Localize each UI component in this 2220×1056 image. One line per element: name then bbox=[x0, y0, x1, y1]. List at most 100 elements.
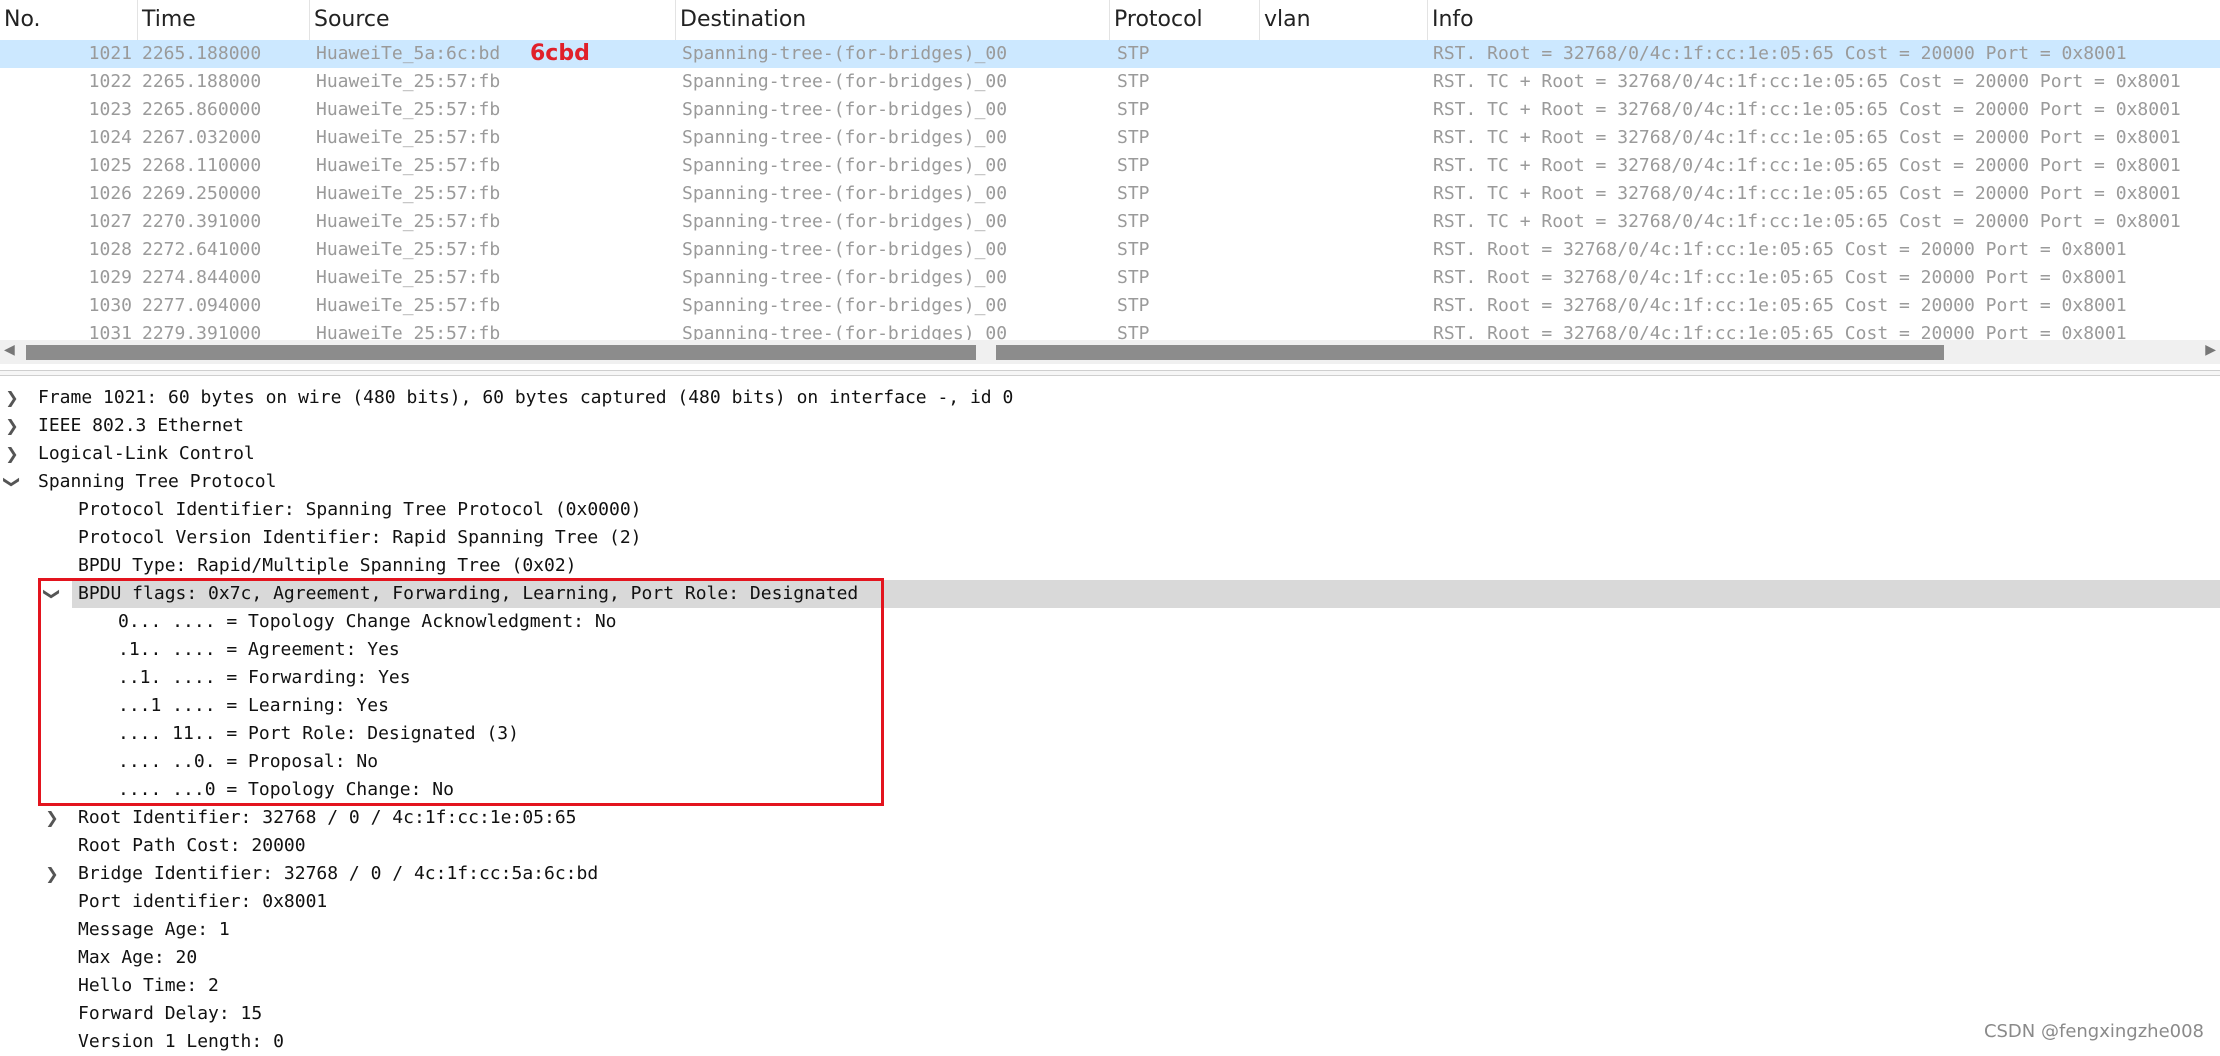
scroll-left-icon[interactable]: ◀ bbox=[4, 342, 15, 358]
detail-row[interactable]: Max Age: 20 bbox=[0, 944, 2220, 972]
column-header-no[interactable]: No. bbox=[0, 0, 138, 40]
detail-text: IEEE 802.3 Ethernet bbox=[38, 415, 244, 436]
column-header-source[interactable]: Source bbox=[310, 0, 676, 40]
packet-info: RST. TC + Root = 32768/0/4c:1f:cc:1e:05:… bbox=[1433, 211, 2181, 232]
column-header-info[interactable]: Info bbox=[1428, 0, 2220, 40]
detail-row[interactable]: ❯ Root Identifier: 32768 / 0 / 4c:1f:cc:1… bbox=[0, 804, 2220, 832]
chevron-down-icon[interactable]: ❯ bbox=[0, 472, 26, 492]
packet-time: 2268.110000 bbox=[142, 155, 262, 176]
detail-text: .... ..0. = Proposal: No bbox=[118, 751, 379, 772]
detail-row[interactable]: Root Path Cost: 20000 bbox=[0, 832, 2220, 860]
packet-destination: Spanning-tree-(for-bridges)_00 bbox=[682, 43, 1008, 64]
packet-source: HuaweiTe_25:57:fb bbox=[316, 183, 501, 204]
packet-protocol: STP bbox=[1117, 295, 1150, 316]
packet-row[interactable]: 1030 2277.094000 HuaweiTe_25:57:fb Spanning… bbox=[0, 292, 2220, 320]
detail-row[interactable]: Protocol Identifier: Spanning Tree Proto… bbox=[0, 496, 2220, 524]
detail-row[interactable]: Forward Delay: 15 bbox=[0, 1000, 2220, 1028]
column-header-vlan[interactable]: vlan bbox=[1260, 0, 1428, 40]
packet-row[interactable]: 1024 2267.032000 HuaweiTe_25:57:fb Spanning… bbox=[0, 124, 2220, 152]
packet-time: 2265.188000 bbox=[142, 43, 262, 64]
detail-row[interactable]: Version 1 Length: 0 bbox=[0, 1028, 2220, 1056]
packet-row[interactable]: 1028 2272.641000 HuaweiTe_25:57:fb Spanning… bbox=[0, 236, 2220, 264]
detail-row[interactable]: 0... .... = Topology Change Acknowledgme… bbox=[0, 608, 2220, 636]
packet-destination: Spanning-tree-(for-bridges)_00 bbox=[682, 211, 1008, 232]
packet-source: HuaweiTe_25:57:fb bbox=[316, 323, 501, 340]
packet-protocol: STP bbox=[1117, 155, 1150, 176]
packet-row[interactable]: 1026 2269.250000 HuaweiTe_25:57:fb Spanning… bbox=[0, 180, 2220, 208]
packet-destination: Spanning-tree-(for-bridges)_00 bbox=[682, 323, 1008, 340]
packet-time: 2265.188000 bbox=[142, 71, 262, 92]
detail-row[interactable]: Message Age: 1 bbox=[0, 916, 2220, 944]
scrollbar-thumb[interactable] bbox=[26, 345, 976, 360]
packet-row[interactable]: 1025 2268.110000 HuaweiTe_25:57:fb Spanning… bbox=[0, 152, 2220, 180]
detail-row[interactable]: ...1 .... = Learning: Yes bbox=[0, 692, 2220, 720]
detail-text: ...1 .... = Learning: Yes bbox=[118, 695, 389, 716]
detail-row[interactable]: Port identifier: 0x8001 bbox=[0, 888, 2220, 916]
packet-row[interactable]: 1031 2279.391000 HuaweiTe_25:57:fb Spanning… bbox=[0, 320, 2220, 340]
packet-protocol: STP bbox=[1117, 43, 1150, 64]
detail-text: Root Path Cost: 20000 bbox=[78, 835, 306, 856]
detail-row[interactable]: ❯ Bridge Identifier: 32768 / 0 / 4c:1f:cc… bbox=[0, 860, 2220, 888]
chevron-right-icon[interactable]: ❯ bbox=[2, 384, 22, 412]
chevron-right-icon[interactable]: ❯ bbox=[42, 804, 62, 832]
watermark: CSDN @fengxingzhe008 bbox=[1983, 1021, 2204, 1042]
packet-time: 2272.641000 bbox=[142, 239, 262, 260]
detail-row[interactable]: ..1. .... = Forwarding: Yes bbox=[0, 664, 2220, 692]
packet-row[interactable]: 1022 2265.188000 HuaweiTe_25:57:fb Spanning… bbox=[0, 68, 2220, 96]
packet-row[interactable]: 1029 2274.844000 HuaweiTe_25:57:fb Spanning… bbox=[0, 264, 2220, 292]
column-header-time[interactable]: Time bbox=[138, 0, 310, 40]
packet-protocol: STP bbox=[1117, 239, 1150, 260]
packet-row[interactable]: 1027 2270.391000 HuaweiTe_25:57:fb Spanning… bbox=[0, 208, 2220, 236]
detail-text: .1.. .... = Agreement: Yes bbox=[118, 639, 400, 660]
packet-info: RST. Root = 32768/0/4c:1f:cc:1e:05:65 Co… bbox=[1433, 43, 2127, 64]
column-header-destination[interactable]: Destination bbox=[676, 0, 1110, 40]
packet-list-horizontal-scrollbar[interactable]: ◀ ▶ bbox=[0, 340, 2220, 364]
chevron-right-icon[interactable]: ❯ bbox=[2, 440, 22, 468]
packet-source: HuaweiTe_25:57:fb bbox=[316, 155, 501, 176]
scrollbar-thumb[interactable] bbox=[996, 345, 1944, 360]
detail-row[interactable]: BPDU Type: Rapid/Multiple Spanning Tree … bbox=[0, 552, 2220, 580]
detail-text: Root Identifier: 32768 / 0 / 4c:1f:cc:1e… bbox=[78, 807, 577, 828]
detail-row[interactable]: Hello Time: 2 bbox=[0, 972, 2220, 1000]
detail-row[interactable]: .1.. .... = Agreement: Yes bbox=[0, 636, 2220, 664]
detail-text: .... 11.. = Port Role: Designated (3) bbox=[118, 723, 519, 744]
column-header-protocol[interactable]: Protocol bbox=[1110, 0, 1260, 40]
packet-no: 1028 bbox=[88, 239, 132, 260]
detail-row[interactable]: ❯ BPDU flags: 0x7c, Agreement, Forwarding… bbox=[0, 580, 2220, 608]
detail-row[interactable]: .... ...0 = Topology Change: No bbox=[0, 776, 2220, 804]
packet-destination: Spanning-tree-(for-bridges)_00 bbox=[682, 155, 1008, 176]
packet-no: 1025 bbox=[88, 155, 132, 176]
packet-list-header: No. Time Source Destination Protocol vla… bbox=[0, 0, 2220, 41]
pane-splitter[interactable] bbox=[0, 370, 2220, 376]
packet-info: RST. TC + Root = 32768/0/4c:1f:cc:1e:05:… bbox=[1433, 127, 2181, 148]
detail-row[interactable]: .... 11.. = Port Role: Designated (3) bbox=[0, 720, 2220, 748]
chevron-right-icon[interactable]: ❯ bbox=[2, 412, 22, 440]
detail-row[interactable]: Protocol Version Identifier: Rapid Spann… bbox=[0, 524, 2220, 552]
packet-source: HuaweiTe_5a:6c:bd bbox=[316, 43, 501, 64]
detail-text: Bridge Identifier: 32768 / 0 / 4c:1f:cc:… bbox=[78, 863, 599, 884]
detail-row[interactable]: ❯ Spanning Tree Protocol bbox=[0, 468, 2220, 496]
detail-row[interactable]: ❯ Frame 1021: 60 bytes on wire (480 bits)… bbox=[0, 384, 2220, 412]
packet-no: 1026 bbox=[88, 183, 132, 204]
packet-time: 2267.032000 bbox=[142, 127, 262, 148]
packet-time: 2270.391000 bbox=[142, 211, 262, 232]
packet-info: RST. TC + Root = 32768/0/4c:1f:cc:1e:05:… bbox=[1433, 71, 2181, 92]
detail-text: Forward Delay: 15 bbox=[78, 1003, 263, 1024]
packet-destination: Spanning-tree-(for-bridges)_00 bbox=[682, 127, 1008, 148]
scroll-right-icon[interactable]: ▶ bbox=[2205, 342, 2216, 358]
packet-row[interactable]: 1023 2265.860000 HuaweiTe_25:57:fb Spanning… bbox=[0, 96, 2220, 124]
detail-row[interactable]: ❯ Logical-Link Control bbox=[0, 440, 2220, 468]
packet-info: RST. TC + Root = 32768/0/4c:1f:cc:1e:05:… bbox=[1433, 99, 2181, 120]
detail-text: BPDU Type: Rapid/Multiple Spanning Tree … bbox=[78, 555, 577, 576]
detail-row[interactable]: ❯ IEEE 802.3 Ethernet bbox=[0, 412, 2220, 440]
packet-list[interactable]: 1021 2265.188000 HuaweiTe_5a:6c:bd Spanning… bbox=[0, 40, 2220, 340]
chevron-down-icon[interactable]: ❯ bbox=[38, 584, 66, 604]
packet-time: 2265.860000 bbox=[142, 99, 262, 120]
packet-row[interactable]: 1021 2265.188000 HuaweiTe_5a:6c:bd Spanning… bbox=[0, 40, 2220, 68]
packet-source: HuaweiTe_25:57:fb bbox=[316, 239, 501, 260]
packet-info: RST. Root = 32768/0/4c:1f:cc:1e:05:65 Co… bbox=[1433, 267, 2127, 288]
packet-protocol: STP bbox=[1117, 183, 1150, 204]
packet-destination: Spanning-tree-(for-bridges)_00 bbox=[682, 239, 1008, 260]
detail-row[interactable]: .... ..0. = Proposal: No bbox=[0, 748, 2220, 776]
chevron-right-icon[interactable]: ❯ bbox=[42, 860, 62, 888]
